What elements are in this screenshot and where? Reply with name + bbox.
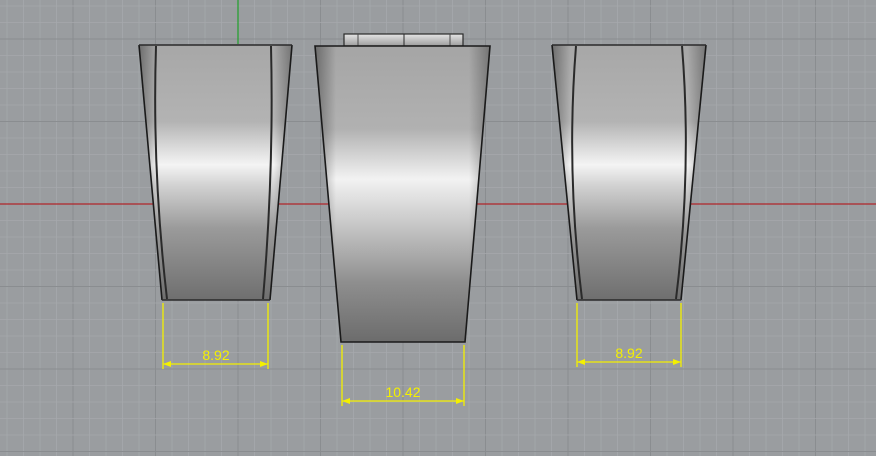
center-width-value: 10.42 (385, 384, 420, 400)
right-ring-side-view[interactable] (551, 44, 707, 301)
left-ring-side-view[interactable] (138, 44, 293, 301)
left-width-value: 8.92 (202, 347, 229, 363)
rhino-viewport[interactable]: 8.92 10.42 8.92 (0, 0, 876, 456)
right-width-value: 8.92 (615, 345, 642, 361)
viewport-canvas[interactable]: 8.92 10.42 8.92 (0, 0, 876, 456)
center-ring-front-view[interactable] (314, 33, 491, 343)
right-width-dimension[interactable]: 8.92 (576, 303, 682, 367)
